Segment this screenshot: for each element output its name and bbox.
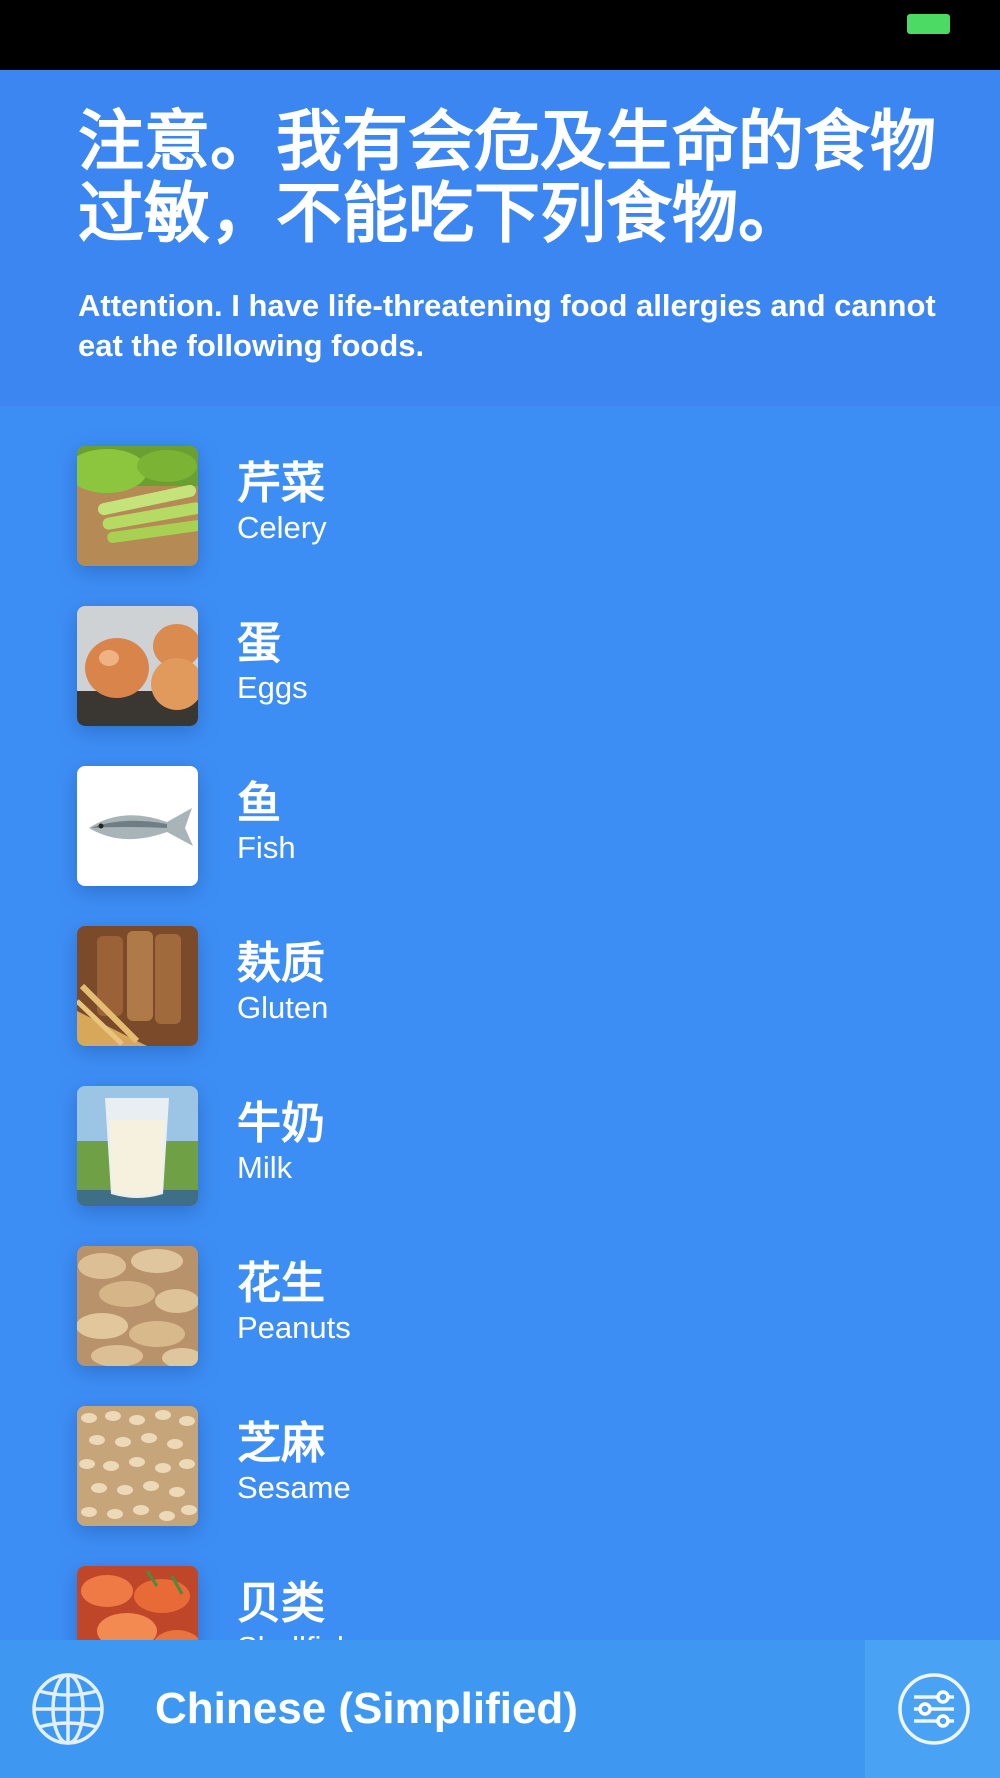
sesame-icon bbox=[77, 1406, 198, 1526]
food-item-fish[interactable]: 鱼 Fish bbox=[0, 726, 1000, 886]
globe-icon[interactable] bbox=[30, 1671, 106, 1747]
sliders-icon bbox=[896, 1671, 972, 1747]
food-name-chinese: 芹菜 bbox=[237, 458, 325, 509]
food-name-english: Gluten bbox=[237, 990, 329, 1025]
food-item-sesame[interactable]: 芝麻 Sesame bbox=[0, 1366, 1000, 1526]
status-bar bbox=[0, 0, 1000, 70]
food-name-chinese: 花生 bbox=[237, 1258, 325, 1309]
food-name-english: Sesame bbox=[237, 1470, 351, 1505]
shrimp-icon bbox=[77, 1566, 198, 1640]
food-name-english: Celery bbox=[237, 510, 327, 545]
header: 注意。我有会危及生命的食物过敏，不能吃下列食物。 Attention. I ha… bbox=[0, 70, 1000, 406]
food-name-english: Peanuts bbox=[237, 1310, 351, 1345]
food-name-english: Eggs bbox=[237, 670, 308, 705]
header-title-english: Attention. I have life-threatening food … bbox=[78, 288, 936, 363]
bread-icon bbox=[77, 926, 198, 1046]
header-title-chinese: 注意。我有会危及生命的食物过敏，不能吃下列食物。 bbox=[78, 103, 936, 252]
milk-glass-icon bbox=[77, 1086, 198, 1206]
food-item-gluten[interactable]: 麸质 Gluten bbox=[0, 886, 1000, 1046]
eggs-icon bbox=[77, 606, 198, 726]
food-name-chinese: 芝麻 bbox=[237, 1418, 325, 1469]
food-name-english: Shellfish bbox=[237, 1630, 354, 1640]
food-item-celery[interactable]: 芹菜 Celery bbox=[0, 406, 1000, 566]
food-name-chinese: 牛奶 bbox=[237, 1098, 325, 1149]
bottom-bar: Chinese (Simplified) bbox=[0, 1640, 1000, 1778]
celery-icon bbox=[77, 446, 198, 566]
settings-button[interactable] bbox=[865, 1640, 1000, 1778]
food-item-milk[interactable]: 牛奶 Milk bbox=[0, 1046, 1000, 1206]
food-name-english: Milk bbox=[237, 1150, 293, 1185]
food-name-english: Fish bbox=[237, 830, 296, 865]
food-item-peanuts[interactable]: 花生 Peanuts bbox=[0, 1206, 1000, 1366]
food-name-chinese: 麸质 bbox=[237, 938, 325, 989]
food-name-chinese: 贝类 bbox=[237, 1578, 325, 1629]
food-name-chinese: 蛋 bbox=[237, 618, 281, 669]
peanuts-icon bbox=[77, 1246, 198, 1366]
food-item-eggs[interactable]: 蛋 Eggs bbox=[0, 566, 1000, 726]
battery-icon bbox=[907, 14, 950, 34]
language-selector[interactable]: Chinese (Simplified) bbox=[155, 1682, 578, 1736]
food-item-shellfish[interactable]: 贝类 Shellfish bbox=[0, 1526, 1000, 1640]
fish-icon bbox=[77, 766, 198, 886]
food-name-chinese: 鱼 bbox=[237, 778, 281, 829]
food-list: 芹菜 Celery 蛋 Eggs 鱼 Fish 麸质 Gluten 牛奶 Mil… bbox=[0, 406, 1000, 1640]
